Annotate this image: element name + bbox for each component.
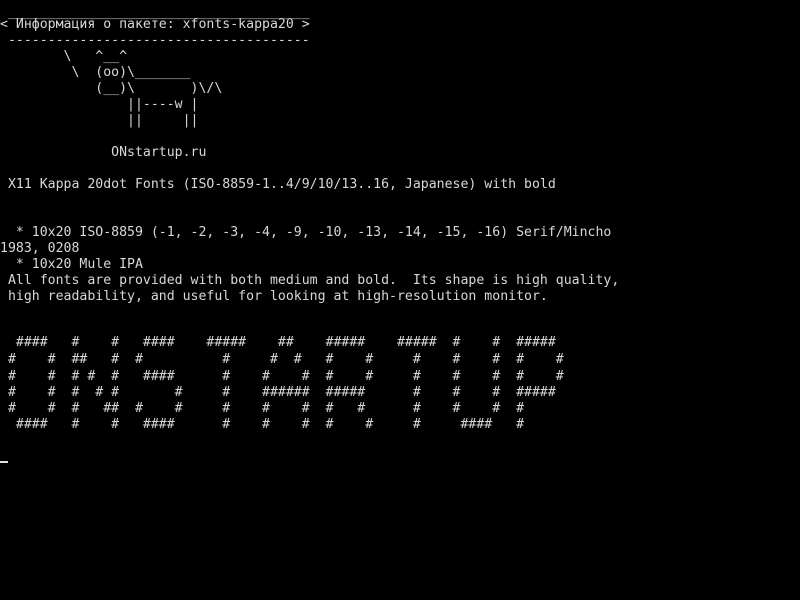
description-line: high readability, and useful for looking… [0,289,548,304]
cowsay-bottom-border: -------------------------------------- [0,33,310,48]
ascii-cow-line: (__)\ )\/\ [0,81,223,96]
description-line: * 10x20 ISO-8859 (-1, -2, -3, -4, -9, -1… [0,225,612,240]
banner-art-line: # # ## # # # # # # # # # # # # [0,352,564,367]
banner-art-line: #### # # #### ##### ## ##### ##### # # #… [0,335,556,350]
site-name: ONstartup.ru [0,145,207,160]
banner-art-line: #### # # #### # # # # # # #### # [0,417,525,432]
ascii-cow-line: \ ^__^ [0,49,128,64]
description-line: All fonts are provided with both medium … [0,273,620,288]
banner-art-line: # # # # # #### # # # # # # # # # # [0,369,564,384]
description-line: * 10x20 Mule IPA [0,257,143,272]
text-cursor [0,461,8,463]
ascii-cow-line: || || [0,113,199,128]
cowsay-message: < Информация о пакете: xfonts-kappa20 > [0,17,310,32]
banner-art-line: # # # ## # # # # # # # # # # # [0,401,525,416]
ascii-cow-line: \ (oo)\_______ [0,65,191,80]
package-summary: X11 Kappa 20dot Fonts (ISO-8859-1..4/9/1… [0,177,556,192]
ascii-cow-line: ||----w | [0,97,199,112]
banner-art-line: # # # # # # # ###### ##### # # # ##### [0,385,556,400]
terminal-screen[interactable]: ______________________________________ <… [0,0,800,600]
description-line: 1983, 0208 [0,241,80,256]
